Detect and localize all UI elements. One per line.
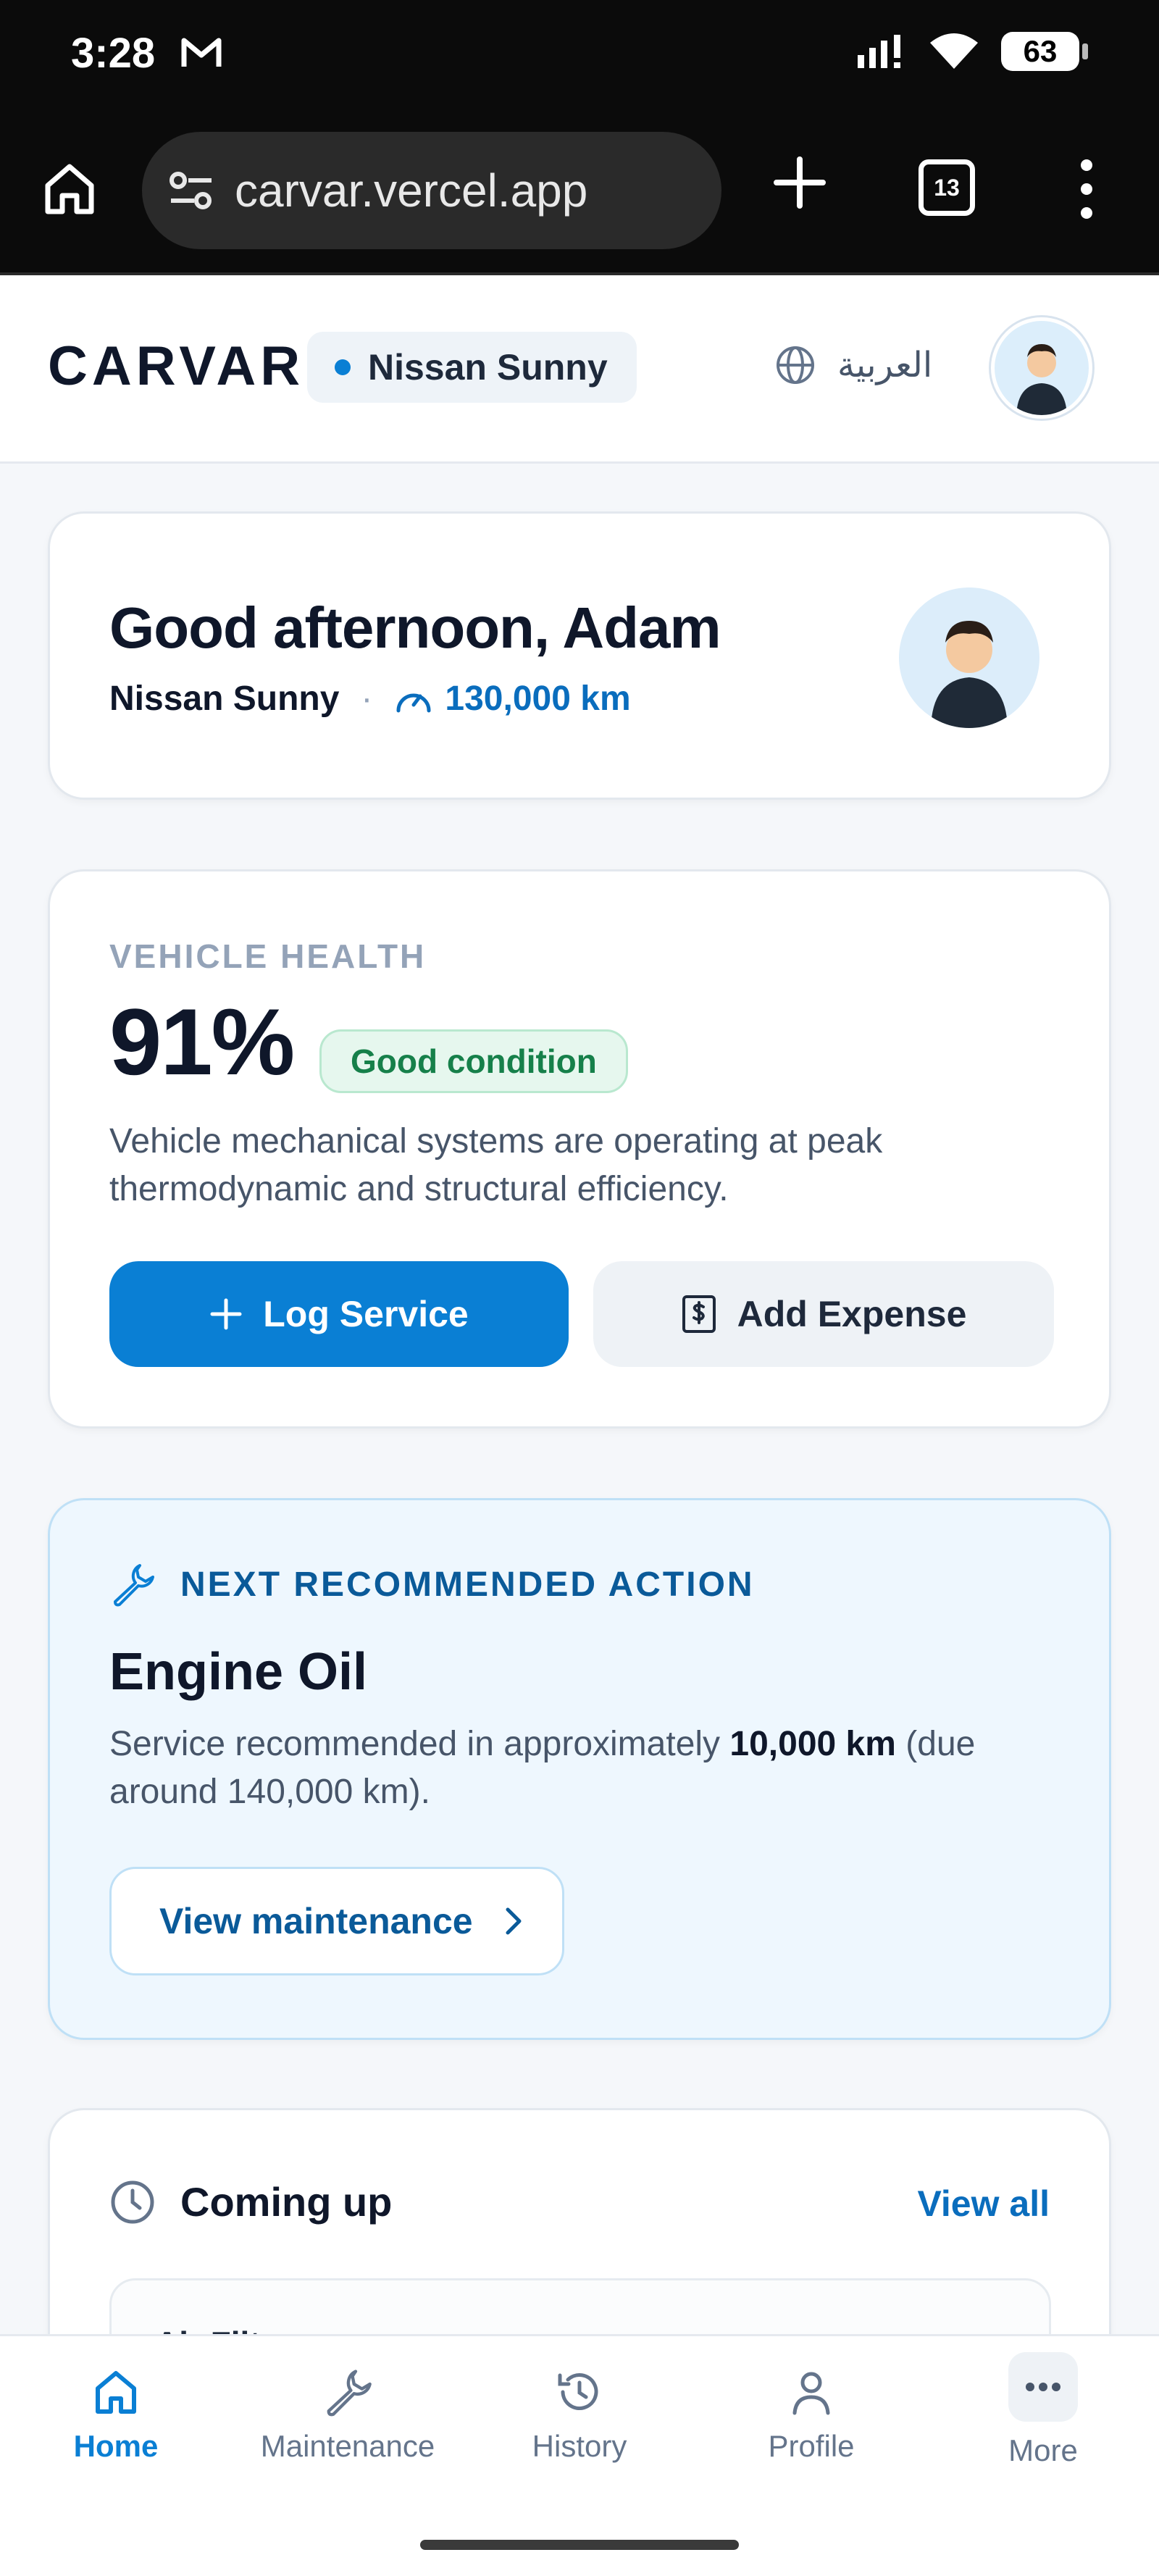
receipt-icon <box>682 1295 716 1333</box>
greeting-title: Good afternoon, Adam <box>109 595 721 660</box>
battery-indicator: 63 <box>1001 32 1088 71</box>
next-action-label: NEXT RECOMMENDED ACTION <box>180 1565 755 1604</box>
avatar[interactable] <box>991 317 1092 419</box>
health-percent: 91% <box>109 989 295 1095</box>
next-action-header: NEXT RECOMMENDED ACTION <box>109 1561 755 1607</box>
gmail-icon <box>181 38 222 67</box>
upcoming-header: Coming up <box>109 2178 392 2225</box>
avatar <box>899 587 1039 728</box>
wrench-icon <box>327 2370 372 2417</box>
nav-item-profile[interactable]: Profile <box>695 2336 927 2505</box>
more-icon-box <box>1008 2352 1078 2422</box>
url-text: carvar.vercel.app <box>235 164 588 217</box>
new-tab-icon[interactable] <box>771 154 829 212</box>
status-bar: 3:28 63 <box>0 0 1159 109</box>
history-icon <box>558 2373 598 2411</box>
mileage-value: 130,000 km <box>445 679 631 718</box>
upcoming-title: Coming up <box>180 2179 393 2225</box>
view-all-link[interactable]: View all <box>917 2183 1050 2225</box>
tab-switcher-button[interactable]: 13 <box>919 159 975 216</box>
globe-icon <box>777 346 814 384</box>
home-icon[interactable] <box>41 159 99 217</box>
address-bar[interactable]: carvar.vercel.app <box>142 132 721 249</box>
next-action-title: Engine Oil <box>109 1643 368 1701</box>
user-avatar-icon <box>1016 344 1067 415</box>
plus-icon <box>210 1298 242 1330</box>
next-action-card: NEXT RECOMMENDED ACTION Engine Oil Servi… <box>48 1498 1111 2040</box>
health-label: VEHICLE HEALTH <box>109 937 427 975</box>
nav-item-history[interactable]: History <box>464 2336 695 2505</box>
more-icon <box>1026 2383 1060 2391</box>
app-header: CARVAR Nissan Sunny العربية <box>0 275 1159 464</box>
signal-icon <box>858 35 900 68</box>
bottom-nav: Home Maintenance History Profile More <box>0 2334 1159 2505</box>
health-description: Vehicle mechanical systems are operating… <box>109 1122 883 1208</box>
language-switcher[interactable]: العربية <box>775 345 932 385</box>
nav-item-home[interactable]: Home <box>0 2336 232 2505</box>
overflow-menu-icon[interactable] <box>1072 156 1101 222</box>
add-expense-label: Add Expense <box>737 1294 967 1334</box>
separator: · <box>361 679 373 718</box>
browser-toolbar: carvar.vercel.app 13 <box>0 109 1159 275</box>
nav-label-maintenance: Maintenance <box>260 2429 435 2463</box>
status-badge: Good condition <box>319 1029 628 1093</box>
greeting-card: Good afternoon, Adam Nissan Sunny · 130,… <box>48 511 1111 800</box>
next-action-distance: 10,000 km <box>729 1725 896 1763</box>
vehicle-status-dot <box>335 359 351 375</box>
view-maintenance-button[interactable]: View maintenance <box>109 1867 564 1975</box>
status-time: 3:28 <box>71 30 156 77</box>
person-icon <box>792 2372 830 2415</box>
log-service-label: Log Service <box>263 1294 469 1334</box>
wifi-icon <box>930 33 978 69</box>
greeting-vehicle: Nissan Sunny <box>109 679 340 718</box>
wrench-icon <box>114 1564 154 1607</box>
greeting-subtitle: Nissan Sunny · 130,000 km <box>109 679 631 719</box>
user-avatar-icon <box>931 621 1008 728</box>
nav-label-history: History <box>532 2429 627 2463</box>
gesture-handle[interactable] <box>420 2540 739 2550</box>
vehicle-selector[interactable]: Nissan Sunny <box>307 332 637 403</box>
add-expense-button[interactable]: Add Expense <box>593 1261 1054 1367</box>
next-action-description: Service recommended in approximately 10,… <box>109 1720 1066 1816</box>
nav-item-more[interactable]: More <box>927 2336 1159 2505</box>
log-service-button[interactable]: Log Service <box>109 1261 569 1367</box>
gesture-area <box>0 2505 1159 2576</box>
site-settings-icon[interactable] <box>168 170 214 211</box>
chevron-right-icon <box>506 1907 522 1935</box>
clock-icon <box>111 2180 154 2223</box>
nav-label-home: Home <box>73 2429 159 2463</box>
nav-item-maintenance[interactable]: Maintenance <box>232 2336 464 2505</box>
nav-label-more: More <box>1008 2433 1078 2467</box>
home-icon <box>96 2371 136 2414</box>
app-logo[interactable]: CARVAR <box>48 335 304 398</box>
language-label: العربية <box>837 346 933 385</box>
next-action-desc-text: Service recommended in approximately <box>109 1725 730 1763</box>
speedometer-icon <box>396 693 431 712</box>
vehicle-health-card: VEHICLE HEALTH 91% Good condition Vehicl… <box>48 869 1111 1429</box>
nav-label-profile: Profile <box>768 2429 855 2463</box>
vehicle-selector-label: Nissan Sunny <box>368 347 608 388</box>
view-maintenance-label: View maintenance <box>159 1901 473 1941</box>
